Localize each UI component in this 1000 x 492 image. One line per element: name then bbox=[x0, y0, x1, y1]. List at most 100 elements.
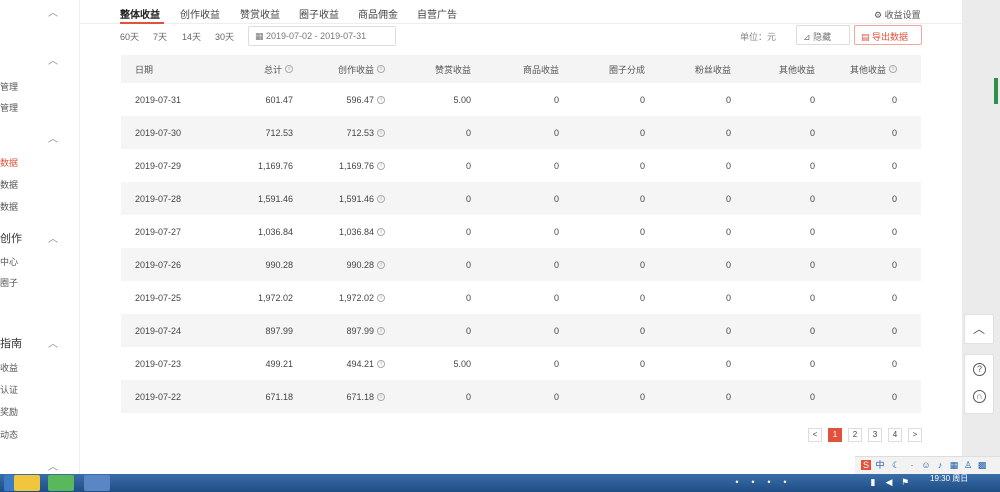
header-other: 其他收益 bbox=[778, 64, 815, 75]
range-7-days[interactable]: 7天 bbox=[153, 30, 167, 43]
sidebar-item[interactable]: 管理 bbox=[0, 80, 18, 93]
cell-value: 0 bbox=[465, 325, 471, 336]
hide-button[interactable]: ⊿ 隐藏 bbox=[796, 25, 850, 45]
cell-value: 1,972.02 bbox=[257, 292, 293, 303]
browser-icon[interactable] bbox=[84, 475, 110, 491]
network-icon[interactable]: ▮ bbox=[868, 477, 878, 487]
income-settings-link[interactable]: ⚙ 收益设置 bbox=[874, 8, 921, 21]
volume-icon[interactable]: ◀ bbox=[884, 477, 894, 487]
sidebar-item[interactable]: 奖励 bbox=[0, 405, 18, 418]
sidebar-group-guide[interactable]: 指南 ︿ bbox=[0, 335, 79, 351]
help-icon[interactable]: ? bbox=[973, 363, 986, 376]
unit-label: 单位：元 bbox=[740, 32, 777, 42]
table-row: 2019-07-30 712.53 712.53 i 0 0 0 0 0 0 bbox=[121, 116, 921, 149]
sidebar-item[interactable]: 数据 bbox=[0, 178, 18, 191]
info-icon[interactable]: i bbox=[377, 260, 385, 269]
cell-value: 0 bbox=[553, 94, 559, 105]
info-icon[interactable]: i bbox=[377, 128, 385, 137]
info-icon[interactable]: i bbox=[377, 359, 385, 368]
info-icon[interactable]: i bbox=[377, 95, 385, 104]
header-date: 日期 bbox=[135, 64, 154, 75]
tab-circle-income[interactable]: 圈子收益 bbox=[299, 6, 339, 21]
sidebar-item[interactable]: 动态 bbox=[0, 428, 18, 441]
sidebar-item[interactable]: 收益 bbox=[0, 361, 18, 374]
cell-value: 0 bbox=[639, 325, 645, 336]
cell-date: 2019-07-23 bbox=[135, 358, 182, 369]
info-icon[interactable]: i bbox=[377, 392, 385, 401]
ime-mode[interactable]: 中 bbox=[875, 460, 885, 470]
cell-value: 0 bbox=[553, 358, 559, 369]
scrollbar-thumb[interactable] bbox=[994, 78, 998, 104]
tab-commission[interactable]: 商品佣金 bbox=[358, 6, 398, 21]
keyboard-icon[interactable]: ▦ bbox=[949, 460, 959, 470]
moon-icon[interactable]: ☾ bbox=[891, 460, 901, 470]
sogou-icon[interactable]: S bbox=[861, 460, 871, 470]
tray-icon[interactable]: • bbox=[732, 477, 742, 487]
sidebar: ︿ ︿ 管理 管理 ︿ 数据 数据 数据 创作 ︿ 中心 圈子 指南 ︿ 收益 … bbox=[0, 0, 80, 474]
header-circle: 圈子分成 bbox=[608, 64, 645, 75]
cell-value: 499.21 bbox=[265, 358, 293, 369]
mic-icon[interactable]: ♪ bbox=[935, 460, 945, 470]
page-1-button[interactable]: 1 bbox=[828, 428, 842, 442]
sidebar-group-create[interactable]: 创作 ︿ bbox=[0, 230, 79, 246]
headset-icon[interactable]: ∩ bbox=[973, 390, 986, 403]
cell-value: 0 bbox=[553, 127, 559, 138]
grid-icon[interactable]: ▩ bbox=[977, 460, 987, 470]
sidebar-item[interactable]: 认证 bbox=[0, 383, 18, 396]
page-4-button[interactable]: 4 bbox=[888, 428, 902, 442]
cell-date: 2019-07-26 bbox=[135, 259, 182, 270]
clock[interactable]: 19:30 周日 bbox=[930, 475, 968, 483]
range-60-days[interactable]: 60天 bbox=[120, 30, 139, 43]
main-panel: 整体收益 创作收益 赞赏收益 圈子收益 商品佣金 自营广告 ⚙ 收益设置 60天… bbox=[80, 0, 962, 474]
sidebar-item[interactable]: 中心 bbox=[0, 255, 18, 268]
cell-value: 897.99 i bbox=[346, 314, 385, 347]
info-icon[interactable]: i bbox=[889, 65, 897, 73]
tab-tips-income[interactable]: 赞赏收益 bbox=[240, 6, 280, 21]
tray-icon[interactable]: • bbox=[780, 477, 790, 487]
sidebar-item[interactable]: 数据 bbox=[0, 200, 18, 213]
cell-value: 0 bbox=[465, 193, 471, 204]
info-icon[interactable]: i bbox=[377, 161, 385, 170]
income-table: 日期 总计 i 创作收益 i 赞赏收益 商品收益 圈子分成 粉丝收益 其他收益 其他… bbox=[121, 55, 921, 413]
export-data-button[interactable]: ▤ 导出数据 bbox=[854, 25, 922, 45]
cell-value: 0 bbox=[553, 292, 559, 303]
range-30-days[interactable]: 30天 bbox=[215, 30, 234, 43]
next-page-button[interactable]: > bbox=[908, 428, 922, 442]
tab-creation-income[interactable]: 创作收益 bbox=[180, 6, 220, 21]
sidebar-item[interactable]: 管理 bbox=[0, 101, 18, 114]
page-3-button[interactable]: 3 bbox=[868, 428, 882, 442]
tab-self-ads[interactable]: 自营广告 bbox=[417, 6, 457, 21]
info-icon[interactable]: i bbox=[377, 293, 385, 302]
info-icon[interactable]: i bbox=[377, 227, 385, 236]
back-to-top-button[interactable]: ︿ bbox=[964, 314, 994, 344]
chart-icon: ⊿ bbox=[803, 32, 811, 42]
info-icon[interactable]: i bbox=[285, 65, 293, 73]
cell-value: 0 bbox=[891, 226, 897, 237]
range-14-days[interactable]: 14天 bbox=[182, 30, 201, 43]
prev-page-button[interactable]: < bbox=[808, 428, 822, 442]
emoji-icon[interactable]: ☺ bbox=[921, 460, 931, 470]
date-range-input[interactable]: ▦ 2019-07-02 - 2019-07-31 bbox=[248, 26, 396, 46]
shirt-icon[interactable]: ♙ bbox=[963, 460, 973, 470]
flag-icon[interactable]: ⚑ bbox=[900, 477, 910, 487]
cell-value: 596.47 i bbox=[346, 83, 385, 116]
sidebar-item-active[interactable]: 数据 bbox=[0, 156, 18, 169]
header-total: 总计 i bbox=[264, 55, 293, 83]
tab-overall-income[interactable]: 整体收益 bbox=[120, 6, 160, 21]
info-icon[interactable]: i bbox=[377, 326, 385, 335]
tray-icon[interactable]: • bbox=[764, 477, 774, 487]
cell-value: 0 bbox=[639, 226, 645, 237]
info-icon[interactable]: i bbox=[377, 65, 385, 73]
table-header: 日期 总计 i 创作收益 i 赞赏收益 商品收益 圈子分成 粉丝收益 其他收益 其他… bbox=[121, 55, 921, 83]
cell-value: 601.47 bbox=[265, 94, 293, 105]
page-2-button[interactable]: 2 bbox=[848, 428, 862, 442]
app-m-icon[interactable] bbox=[14, 475, 40, 491]
wechat-icon[interactable] bbox=[48, 475, 74, 491]
punctuation-icon[interactable]: · bbox=[907, 460, 917, 470]
cell-date: 2019-07-29 bbox=[135, 160, 182, 171]
header-tips: 赞赏收益 bbox=[434, 64, 471, 75]
info-icon[interactable]: i bbox=[377, 194, 385, 203]
tray-icon[interactable]: • bbox=[748, 477, 758, 487]
sidebar-item[interactable]: 圈子 bbox=[0, 276, 18, 289]
cell-value: 0 bbox=[639, 127, 645, 138]
